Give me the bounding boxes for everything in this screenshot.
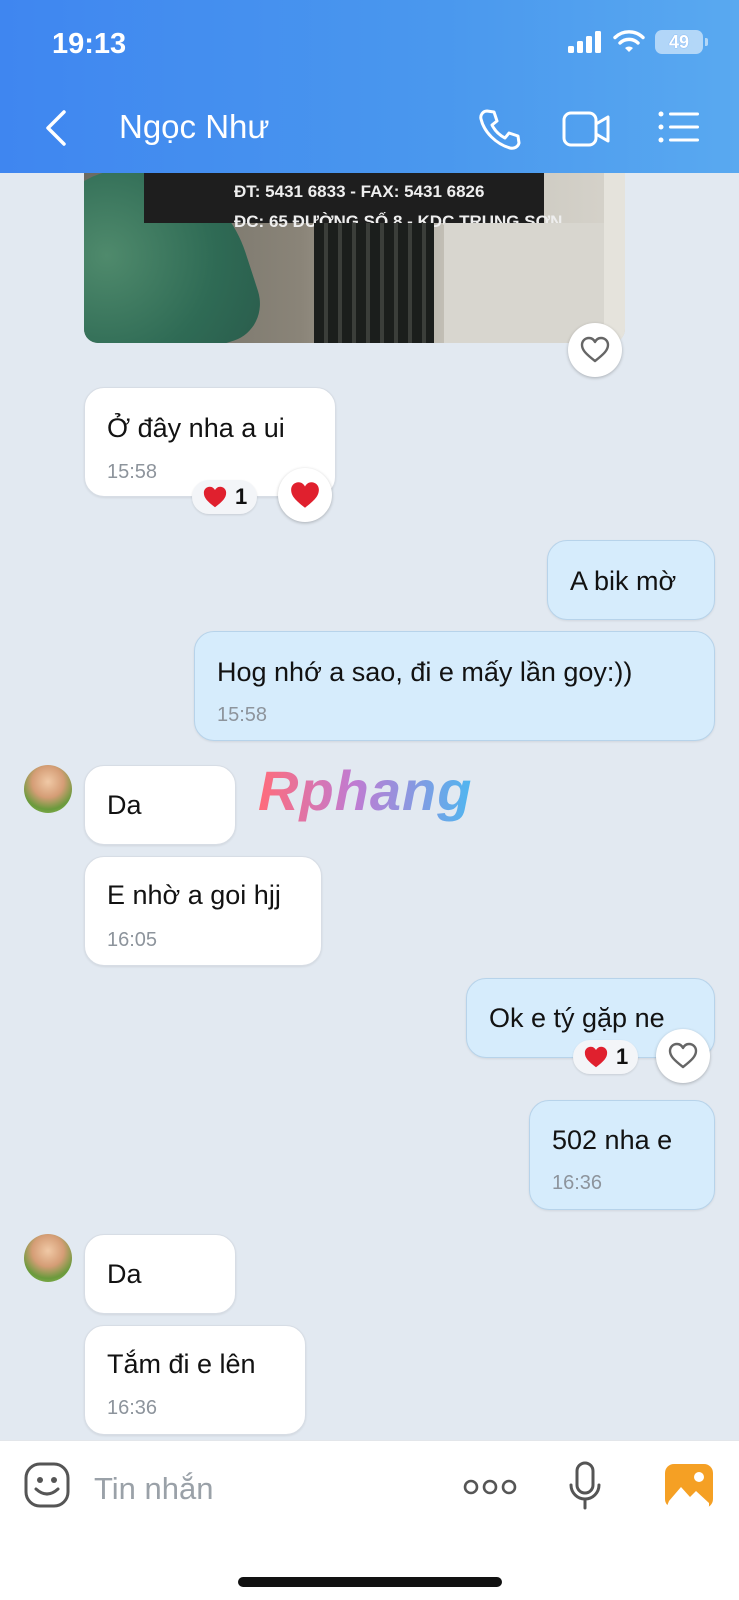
sticker-emoji-icon[interactable] <box>23 1461 71 1509</box>
heart-outline-icon <box>580 336 610 363</box>
message-text: Da <box>107 1259 142 1289</box>
react-heart-button[interactable] <box>656 1029 710 1083</box>
home-indicator <box>238 1577 502 1587</box>
status-time: 19:13 <box>52 28 127 60</box>
photo-sign: ĐT: 5431 6833 - FAX: 5431 6826 ĐC: 65 ĐƯ… <box>144 173 562 231</box>
message-text: A bik mờ <box>570 566 677 596</box>
message-bubble-outgoing[interactable]: Hog nhớ a sao, đi e mấy lần goy:)) 15:58 <box>194 631 715 741</box>
heart-outline-icon <box>668 1042 698 1069</box>
message-text: Tắm đi e lên <box>107 1349 256 1379</box>
avatar[interactable] <box>24 1234 72 1282</box>
message-text: Ok e tý gặp ne <box>489 1003 665 1033</box>
message-time: 15:58 <box>217 704 268 726</box>
message-text: Ở đây nha a ui <box>107 413 285 443</box>
message-time: 16:05 <box>107 929 158 951</box>
video-call-icon[interactable] <box>562 110 612 148</box>
message-bubble-incoming[interactable]: Da <box>84 765 236 845</box>
heart-filled-icon <box>584 1046 608 1068</box>
heart-filled-icon <box>203 486 227 508</box>
message-input[interactable]: Tin nhắn <box>94 1471 214 1507</box>
back-arrow-icon[interactable] <box>40 108 74 148</box>
shared-photo[interactable]: ĐT: 5431 6833 - FAX: 5431 6826 ĐC: 65 ĐƯ… <box>84 173 625 343</box>
battery-icon: 49 <box>655 30 708 54</box>
photo-column <box>604 173 625 343</box>
microphone-icon[interactable] <box>568 1461 602 1511</box>
react-heart-button[interactable] <box>278 468 332 522</box>
message-time: 15:58 <box>107 461 158 483</box>
watermark: Rphang <box>258 759 473 822</box>
message-bubble-outgoing[interactable]: A bik mờ <box>547 540 715 620</box>
status-icons: 49 <box>567 30 708 54</box>
header-bar: 19:13 49 Ngọc Như <box>0 0 739 173</box>
wifi-icon <box>613 30 645 52</box>
contact-name[interactable]: Ngọc Như <box>119 108 269 146</box>
message-time: 16:36 <box>107 1397 158 1419</box>
message-bubble-incoming[interactable]: Da <box>84 1234 236 1314</box>
chat-area[interactable]: ĐT: 5431 6833 - FAX: 5431 6826 ĐC: 65 ĐƯ… <box>0 173 739 1440</box>
message-bubble-incoming[interactable]: E nhờ a goi hjj 16:05 <box>84 856 322 966</box>
message-bubble-outgoing[interactable]: 502 nha e 16:36 <box>529 1100 715 1210</box>
image-gallery-icon[interactable] <box>664 1463 714 1509</box>
message-text: E nhờ a goi hjj <box>107 880 281 910</box>
avatar[interactable] <box>24 765 72 813</box>
message-text: Hog nhớ a sao, đi e mấy lần goy:)) <box>217 657 633 687</box>
reaction-summary[interactable]: 1 <box>192 480 258 514</box>
reaction-summary[interactable]: 1 <box>573 1040 639 1074</box>
reaction-count: 1 <box>235 484 248 509</box>
battery-level: 49 <box>668 31 690 52</box>
message-composer: Tin nhắn <box>0 1440 739 1600</box>
message-bubble-incoming[interactable]: Tắm đi e lên 16:36 <box>84 1325 306 1435</box>
react-heart-button[interactable] <box>568 323 622 377</box>
phone-call-icon[interactable] <box>478 108 522 150</box>
menu-list-icon[interactable] <box>658 110 700 144</box>
signal-icon <box>568 31 601 53</box>
reaction-count: 1 <box>616 1044 629 1069</box>
photo-sign-line1: ĐT: 5431 6833 - FAX: 5431 6826 <box>234 182 485 201</box>
more-options-icon[interactable] <box>463 1477 517 1497</box>
message-text: 502 nha e <box>552 1125 673 1155</box>
message-time: 16:36 <box>552 1172 603 1194</box>
heart-filled-icon <box>291 482 319 508</box>
photo-door <box>314 223 434 343</box>
message-text: Da <box>107 790 142 820</box>
